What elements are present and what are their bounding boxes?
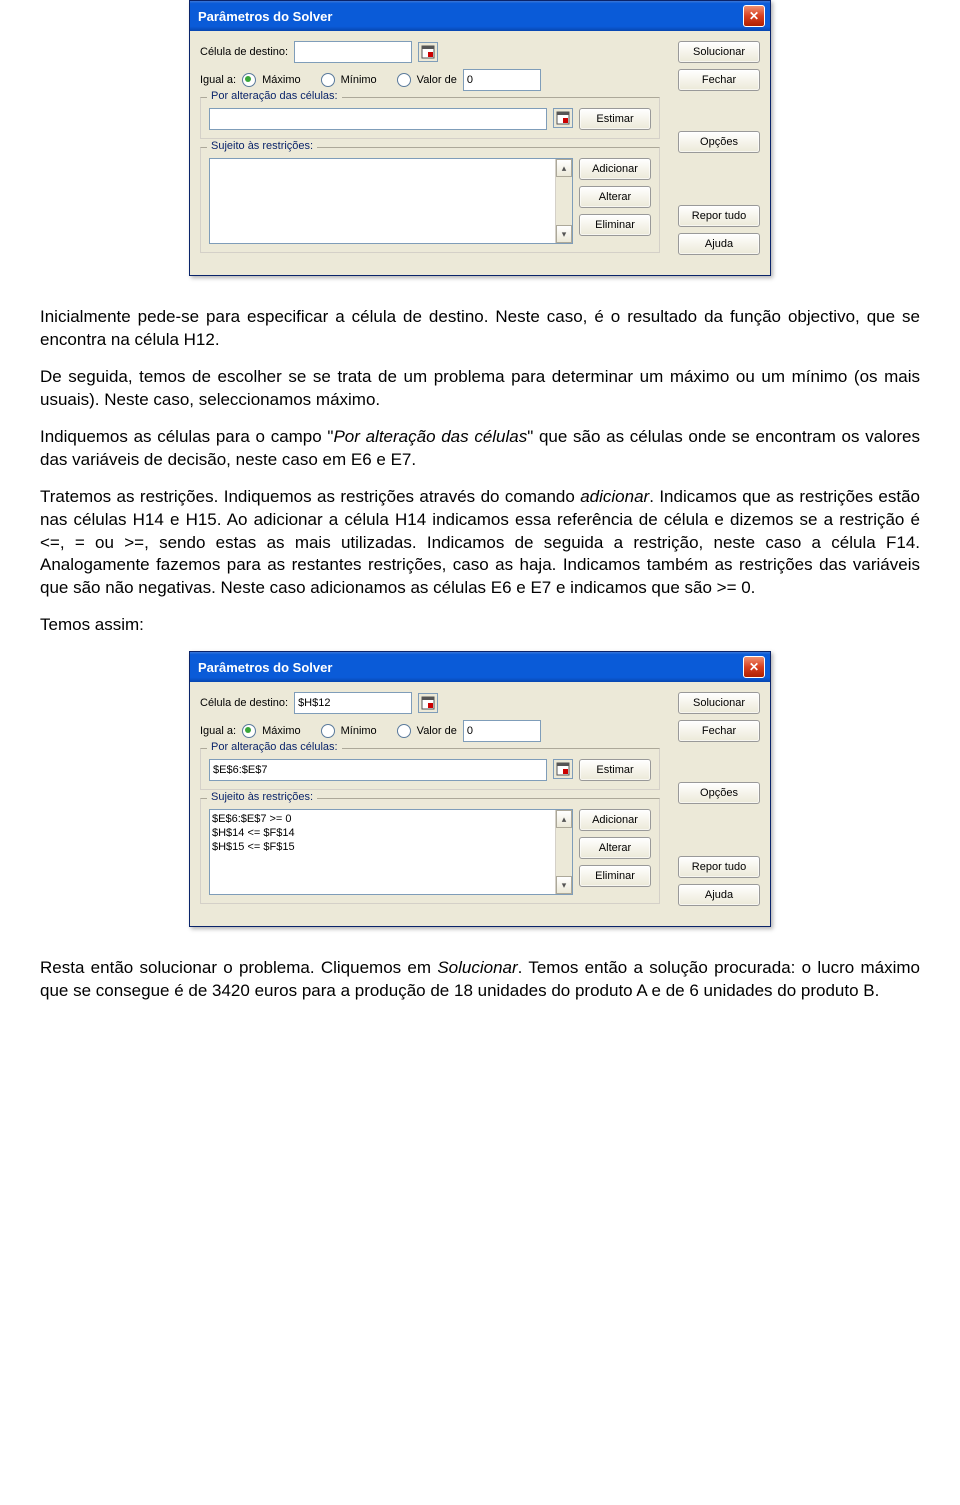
- article-body: Resta então solucionar o problema. Cliqu…: [40, 957, 920, 1003]
- radio-min[interactable]: [321, 73, 335, 87]
- constraint-item[interactable]: $H$15 <= $F$15: [212, 840, 570, 854]
- close-icon[interactable]: ✕: [743, 656, 765, 678]
- delete-button[interactable]: Eliminar: [579, 214, 651, 236]
- refpicker-icon[interactable]: [553, 108, 573, 128]
- scroll-down-icon[interactable]: ▾: [556, 876, 572, 894]
- constraints-legend: Sujeito às restrições:: [207, 791, 317, 803]
- radio-max-label[interactable]: Máximo: [262, 74, 301, 86]
- radio-value[interactable]: [397, 73, 411, 87]
- radio-max[interactable]: [242, 724, 256, 738]
- estimate-button[interactable]: Estimar: [579, 108, 651, 130]
- options-button[interactable]: Opções: [678, 782, 760, 804]
- window-title: Parâmetros do Solver: [198, 660, 332, 675]
- scroll-up-icon[interactable]: ▴: [556, 810, 572, 828]
- value-of-input[interactable]: [463, 720, 541, 742]
- target-cell-input[interactable]: [294, 41, 412, 63]
- solver-dialog-2: Parâmetros do Solver ✕ Solucionar Fechar…: [189, 651, 771, 927]
- radio-min-label[interactable]: Mínimo: [341, 74, 377, 86]
- constraints-listbox[interactable]: $E$6:$E$7 >= 0 $H$14 <= $F$14 $H$15 <= $…: [209, 809, 573, 895]
- paragraph: Tratemos as restrições. Indiquemos as re…: [40, 486, 920, 601]
- constraints-legend: Sujeito às restrições:: [207, 140, 317, 152]
- radio-value-label[interactable]: Valor de: [417, 74, 457, 86]
- reset-button[interactable]: Repor tudo: [678, 205, 760, 227]
- radio-min[interactable]: [321, 724, 335, 738]
- target-cell-label: Célula de destino:: [200, 46, 288, 58]
- add-button[interactable]: Adicionar: [579, 809, 651, 831]
- solve-button[interactable]: Solucionar: [678, 692, 760, 714]
- reset-button[interactable]: Repor tudo: [678, 856, 760, 878]
- options-button[interactable]: Opções: [678, 131, 760, 153]
- close-icon[interactable]: ✕: [743, 5, 765, 27]
- change-cells-input[interactable]: [209, 759, 547, 781]
- target-cell-label: Célula de destino:: [200, 697, 288, 709]
- article-body: Inicialmente pede-se para especificar a …: [40, 306, 920, 637]
- constraint-item[interactable]: $E$6:$E$7 >= 0: [212, 812, 570, 826]
- change-button[interactable]: Alterar: [579, 186, 651, 208]
- change-cells-legend: Por alteração das células:: [207, 741, 342, 753]
- close-button[interactable]: Fechar: [678, 69, 760, 91]
- constraint-item[interactable]: $H$14 <= $F$14: [212, 826, 570, 840]
- radio-min-label[interactable]: Mínimo: [341, 725, 377, 737]
- solve-button[interactable]: Solucionar: [678, 41, 760, 63]
- target-cell-input[interactable]: [294, 692, 412, 714]
- constraints-listbox[interactable]: ▴ ▾: [209, 158, 573, 244]
- constraints-group: Sujeito às restrições: $E$6:$E$7 >= 0 $H…: [200, 798, 660, 904]
- change-button[interactable]: Alterar: [579, 837, 651, 859]
- window-title: Parâmetros do Solver: [198, 9, 332, 24]
- radio-value-label[interactable]: Valor de: [417, 725, 457, 737]
- scrollbar[interactable]: ▴ ▾: [555, 810, 572, 894]
- change-cells-group: Por alteração das células: Estimar: [200, 748, 660, 790]
- radio-max-label[interactable]: Máximo: [262, 725, 301, 737]
- scroll-down-icon[interactable]: ▾: [556, 225, 572, 243]
- refpicker-icon[interactable]: [553, 759, 573, 779]
- titlebar[interactable]: Parâmetros do Solver ✕: [190, 652, 770, 682]
- constraints-group: Sujeito às restrições: ▴ ▾ Adicionar Alt…: [200, 147, 660, 253]
- delete-button[interactable]: Eliminar: [579, 865, 651, 887]
- change-cells-input[interactable]: [209, 108, 547, 130]
- refpicker-icon[interactable]: [418, 42, 438, 62]
- estimate-button[interactable]: Estimar: [579, 759, 651, 781]
- scroll-up-icon[interactable]: ▴: [556, 159, 572, 177]
- help-button[interactable]: Ajuda: [678, 233, 760, 255]
- scrollbar[interactable]: ▴ ▾: [555, 159, 572, 243]
- value-of-input[interactable]: [463, 69, 541, 91]
- titlebar[interactable]: Parâmetros do Solver ✕: [190, 1, 770, 31]
- paragraph: Temos assim:: [40, 614, 920, 637]
- equal-to-label: Igual a:: [200, 725, 236, 737]
- radio-max[interactable]: [242, 73, 256, 87]
- paragraph: Resta então solucionar o problema. Cliqu…: [40, 957, 920, 1003]
- paragraph: Inicialmente pede-se para especificar a …: [40, 306, 920, 352]
- radio-value[interactable]: [397, 724, 411, 738]
- paragraph: Indiquemos as células para o campo "Por …: [40, 426, 920, 472]
- change-cells-legend: Por alteração das células:: [207, 90, 342, 102]
- solver-dialog-1: Parâmetros do Solver ✕ Solucionar Fechar…: [189, 0, 771, 276]
- refpicker-icon[interactable]: [418, 693, 438, 713]
- add-button[interactable]: Adicionar: [579, 158, 651, 180]
- change-cells-group: Por alteração das células: Estimar: [200, 97, 660, 139]
- close-button[interactable]: Fechar: [678, 720, 760, 742]
- help-button[interactable]: Ajuda: [678, 884, 760, 906]
- paragraph: De seguida, temos de escolher se se trat…: [40, 366, 920, 412]
- equal-to-label: Igual a:: [200, 74, 236, 86]
